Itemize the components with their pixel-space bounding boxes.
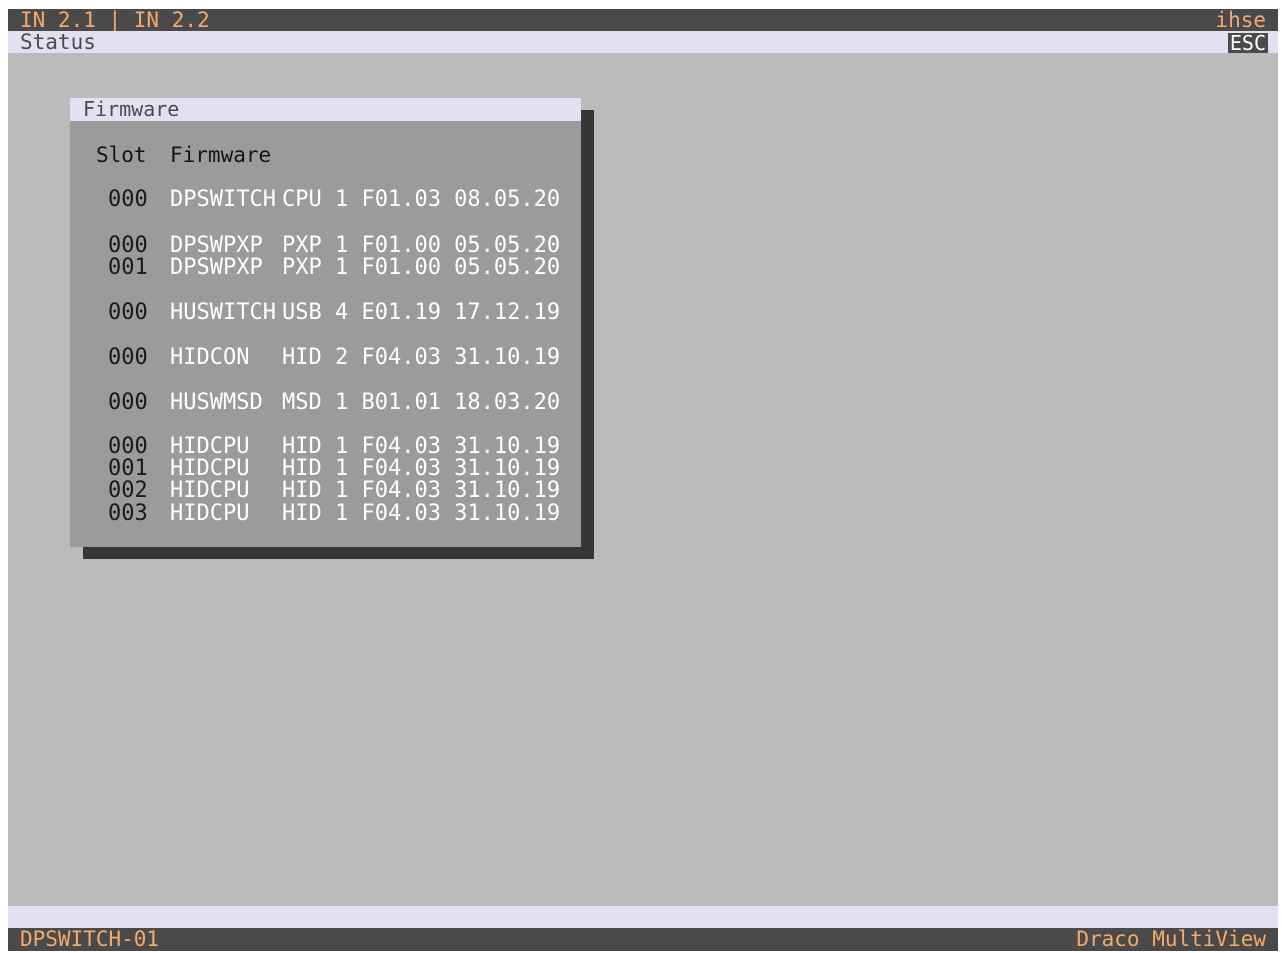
- module-name-cell: HIDCPU: [170, 501, 250, 526]
- firmware-row: 000 HUSWMSD MSD 1 B01.01 18.03.20: [70, 391, 581, 414]
- brand-label: ihse: [1215, 8, 1266, 32]
- slot-cell: 000: [108, 233, 148, 258]
- module-name-cell: DPSWPXP: [170, 233, 263, 258]
- firmware-column-header: Firmware: [170, 143, 272, 167]
- firmware-version-cell: HID 1 F04.03 31.10.19: [282, 478, 561, 503]
- module-name-cell: DPSWITCH: [170, 187, 276, 212]
- module-name-cell: HIDCPU: [170, 434, 250, 459]
- firmware-version-cell: CPU 1 F01.03 08.05.20: [282, 187, 561, 212]
- firmware-version-cell: MSD 1 B01.01 18.03.20: [282, 390, 561, 415]
- window-title-bar: Firmware: [70, 98, 581, 121]
- product-name: Draco MultiView: [1076, 927, 1266, 951]
- esc-button[interactable]: ESC: [1227, 33, 1268, 53]
- window-title: Firmware: [83, 97, 180, 121]
- menu-bar: Status ESC: [8, 31, 1278, 53]
- footer-bar: DPSWITCH-01 Draco MultiView: [8, 928, 1278, 951]
- device-name: DPSWITCH-01: [20, 927, 160, 951]
- module-name-cell: HIDCPU: [170, 478, 250, 503]
- slot-cell: 002: [108, 478, 148, 503]
- module-name-cell: DPSWPXP: [170, 255, 263, 280]
- slot-cell: 000: [108, 434, 148, 459]
- firmware-row: 000 DPSWITCH CPU 1 F01.03 08.05.20: [70, 188, 581, 211]
- module-name-cell: HUSWITCH: [170, 300, 276, 325]
- slot-cell: 001: [108, 255, 148, 280]
- firmware-row: 000 HUSWITCH USB 4 E01.19 17.12.19: [70, 301, 581, 324]
- title-bar: IN 2.1 | IN 2.2 ihse: [8, 9, 1278, 31]
- firmware-row: 003 HIDCPU HID 1 F04.03 31.10.19: [70, 502, 581, 525]
- firmware-row: 000 HIDCON HID 2 F04.03 31.10.19: [70, 346, 581, 369]
- osd-screen: IN 2.1 | IN 2.2 ihse Status ESC Firmware…: [8, 9, 1278, 951]
- firmware-version-cell: PXP 1 F01.00 05.05.20: [282, 233, 561, 258]
- footer-divider: [8, 906, 1278, 928]
- channel-title: IN 2.1 | IN 2.2: [20, 8, 210, 32]
- firmware-version-cell: HID 2 F04.03 31.10.19: [282, 345, 561, 370]
- firmware-row: 002 HIDCPU HID 1 F04.03 31.10.19: [70, 479, 581, 502]
- firmware-version-cell: HID 1 F04.03 31.10.19: [282, 434, 561, 459]
- module-name-cell: HIDCPU: [170, 456, 250, 481]
- slot-cell: 003: [108, 501, 148, 526]
- slot-cell: 000: [108, 390, 148, 415]
- firmware-version-cell: USB 4 E01.19 17.12.19: [282, 300, 561, 325]
- menu-title: Status: [20, 30, 96, 54]
- slot-cell: 000: [108, 345, 148, 370]
- firmware-window: Firmware Slot Firmware 000 DPSWITCH CPU …: [70, 98, 581, 547]
- slot-column-header: Slot: [96, 143, 147, 167]
- firmware-version-cell: HID 1 F04.03 31.10.19: [282, 456, 561, 481]
- module-name-cell: HUSWMSD: [170, 390, 263, 415]
- firmware-row: 001 HIDCPU HID 1 F04.03 31.10.19: [70, 457, 581, 480]
- firmware-version-cell: PXP 1 F01.00 05.05.20: [282, 255, 561, 280]
- firmware-row: 001 DPSWPXP PXP 1 F01.00 05.05.20: [70, 256, 581, 279]
- firmware-version-cell: HID 1 F04.03 31.10.19: [282, 501, 561, 526]
- module-name-cell: HIDCON: [170, 345, 250, 370]
- firmware-row: 000 DPSWPXP PXP 1 F01.00 05.05.20: [70, 234, 581, 257]
- slot-cell: 000: [108, 300, 148, 325]
- firmware-row: 000 HIDCPU HID 1 F04.03 31.10.19: [70, 435, 581, 458]
- slot-cell: 000: [108, 187, 148, 212]
- slot-cell: 001: [108, 456, 148, 481]
